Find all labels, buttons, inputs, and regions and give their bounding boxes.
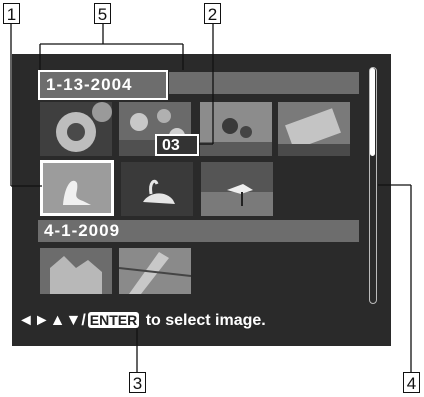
status-text: to select image. <box>141 312 266 329</box>
thumbnail-tower[interactable] <box>119 248 191 294</box>
thumbnail-building[interactable] <box>40 248 112 294</box>
scrollbar-thumb[interactable] <box>370 68 375 156</box>
enter-key-icon: ENTER <box>87 312 140 328</box>
callout-3: 3 <box>129 372 146 393</box>
thumbnail-swan[interactable] <box>121 162 193 216</box>
date-bar: 4-1-2009 <box>38 220 359 242</box>
thumbnail-swan-selected[interactable] <box>40 160 114 216</box>
playback-screen: 1-13-2004 03 4-1-2009 ◄►▲▼/ ENTER to sel… <box>12 54 391 346</box>
image-counter-value: 03 <box>162 137 180 154</box>
image-counter: 03 <box>155 134 199 156</box>
callout-5: 5 <box>94 3 111 24</box>
date-label: 1-13-2004 <box>46 75 133 94</box>
status-bar: ◄►▲▼/ENTER to select image. <box>18 312 266 330</box>
date-label: 4-1-2009 <box>44 221 121 240</box>
thumbnail-red-flowers[interactable] <box>200 102 272 156</box>
callout-2: 2 <box>204 3 221 24</box>
date-bar <box>169 72 359 94</box>
thumbnail-bus[interactable] <box>278 102 350 156</box>
thumbnail-sunflower[interactable] <box>40 102 112 156</box>
date-label-highlight[interactable]: 1-13-2004 <box>38 70 168 100</box>
thumbnail-crane[interactable] <box>201 162 273 216</box>
direction-arrows-icon: ◄►▲▼/ <box>18 312 86 329</box>
scrollbar[interactable] <box>369 67 377 304</box>
callout-1: 1 <box>3 3 20 24</box>
callout-4: 4 <box>403 372 420 393</box>
